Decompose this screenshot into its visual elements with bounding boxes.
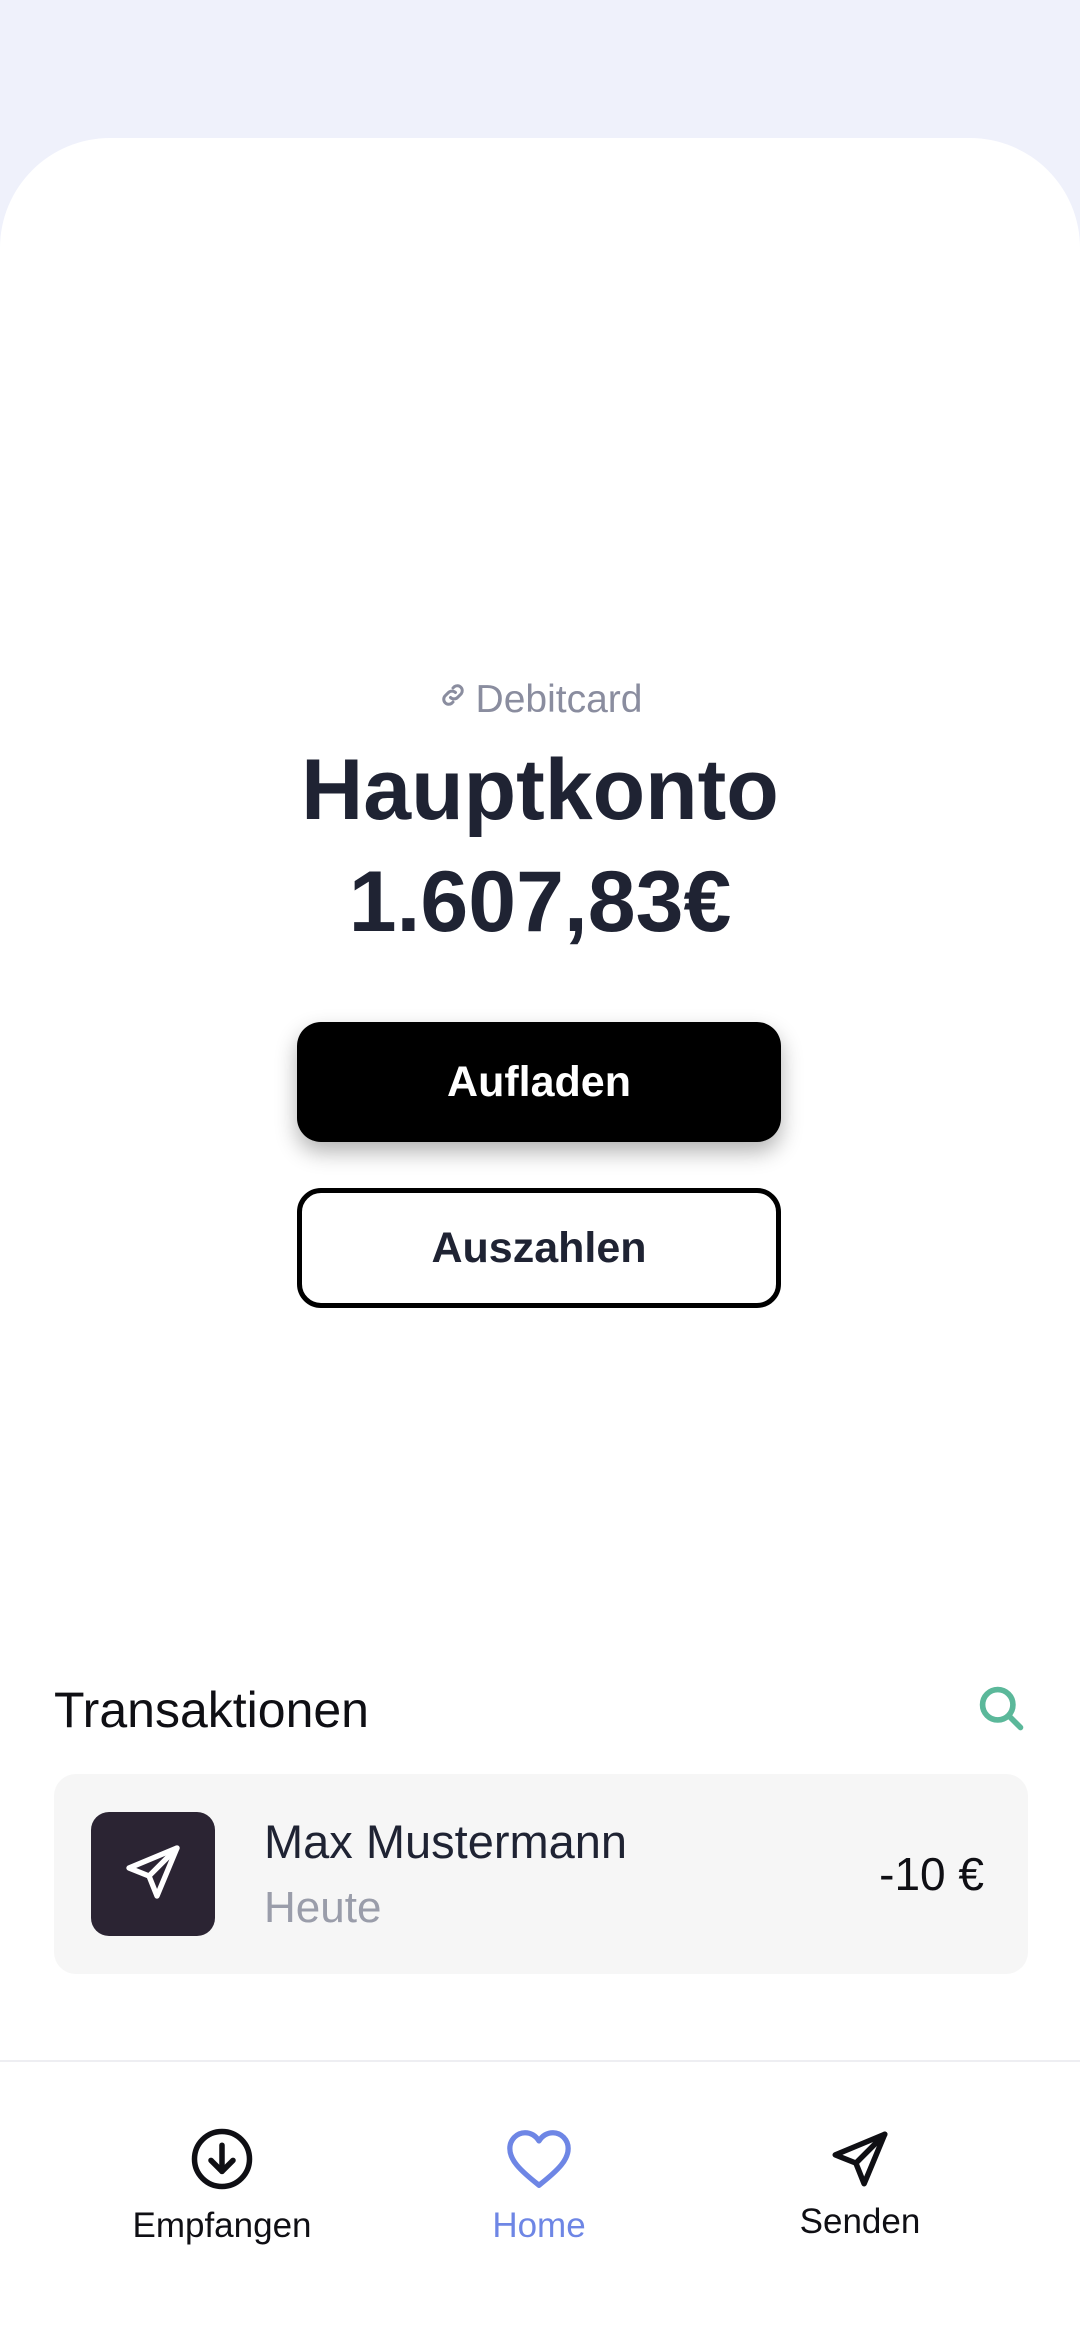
transaction-amount: -10 € [879, 1848, 984, 1900]
nav-label-senden: Senden [799, 2202, 921, 2241]
account-type: Debitcard [0, 675, 1080, 725]
link-icon [438, 673, 468, 723]
send-icon [121, 1840, 185, 1909]
nav-item-senden[interactable]: Senden [710, 2126, 1010, 2244]
withdraw-button[interactable]: Auszahlen [297, 1188, 781, 1308]
transaction-date: Heute [264, 1883, 382, 1932]
transactions-title: Transaktionen [54, 1682, 369, 1738]
heart-icon [389, 2126, 689, 2192]
send-icon [710, 2126, 1010, 2192]
topup-button[interactable]: Aufladen [297, 1022, 781, 1142]
download-circle-icon [72, 2126, 372, 2192]
nav-item-home[interactable]: Home [389, 2126, 689, 2248]
search-icon[interactable] [975, 1682, 1027, 1734]
bottom-nav: Empfangen Home Senden [0, 2060, 1080, 2339]
account-name: Hauptkonto [301, 742, 779, 838]
nav-label-home: Home [492, 2206, 586, 2245]
transaction-name: Max Mustermann [264, 1815, 628, 1868]
nav-label-empfangen: Empfangen [132, 2206, 312, 2245]
transaction-avatar [91, 1812, 215, 1936]
account-type-label: Debitcard [475, 678, 643, 721]
transaction-item[interactable]: Max Mustermann Heute -10 € [54, 1774, 1028, 1974]
account-balance: 1.607,83€ [348, 854, 732, 950]
nav-item-empfangen[interactable]: Empfangen [72, 2126, 372, 2248]
